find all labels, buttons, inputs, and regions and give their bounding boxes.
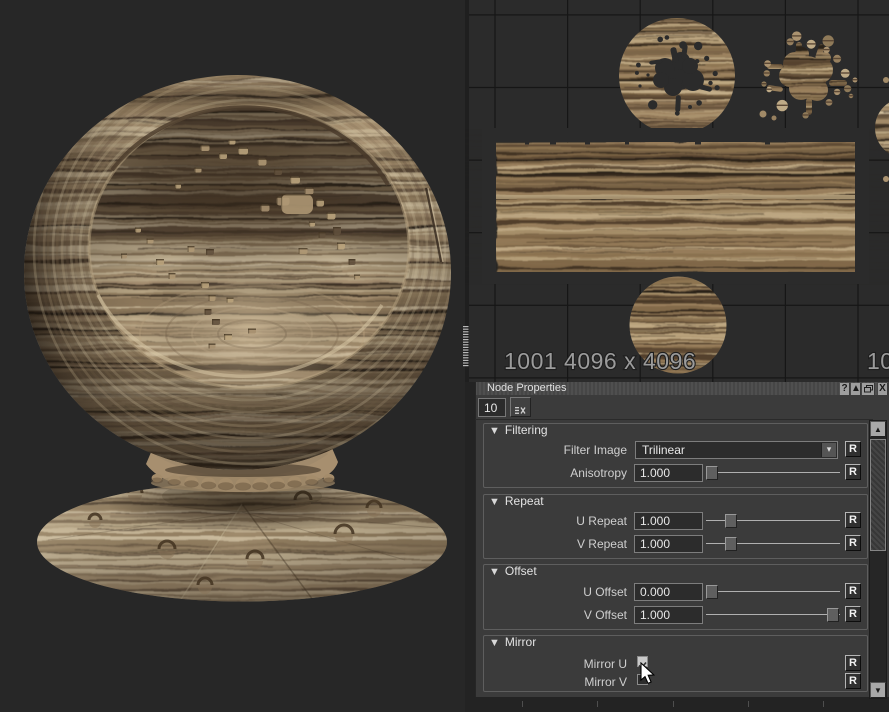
svg-text:10: 10: [867, 348, 889, 374]
svg-text:1001 4096 x 4096: 1001 4096 x 4096: [504, 348, 696, 374]
